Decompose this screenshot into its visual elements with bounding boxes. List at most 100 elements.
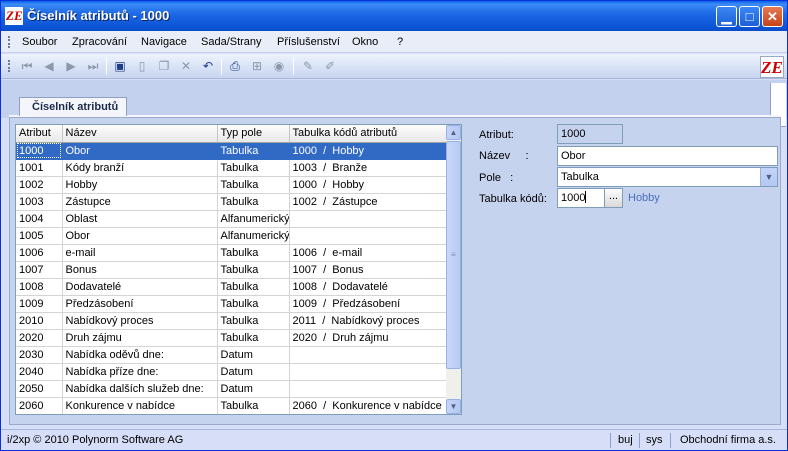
cell-nazev[interactable]: Nabídka příze dne: xyxy=(62,363,218,381)
cell-tabulka-kodu[interactable]: 1006 / e-mail xyxy=(289,244,448,262)
cell-tabulka-kodu[interactable]: 1009 / Předzásobení xyxy=(289,295,448,313)
table-row[interactable]: 1009 Předzásobení Tabulka 1009 / Předzásobe… xyxy=(16,295,448,313)
cell-atribut[interactable]: 2020 xyxy=(16,329,63,347)
cell-typ-pole[interactable]: Tabulka xyxy=(217,244,290,262)
table-row[interactable]: 1000 Obor Tabulka 1000 / Hobby xyxy=(16,142,448,160)
attributes-grid[interactable]: Atribut Název Typ pole Tabulka kódů atri… xyxy=(15,124,462,415)
cell-typ-pole[interactable]: Tabulka xyxy=(217,261,290,279)
table-row[interactable]: 2050 Nabídka dalších služeb dne: Datum xyxy=(16,380,448,398)
scroll-thumb[interactable]: ≡ xyxy=(446,141,461,369)
cell-typ-pole[interactable]: Datum xyxy=(217,363,290,381)
cell-typ-pole[interactable]: Tabulka xyxy=(217,295,290,313)
cell-atribut[interactable]: 1002 xyxy=(16,176,63,194)
menu-prislusenstvi[interactable]: Příslušenství xyxy=(277,36,340,48)
cell-nazev[interactable]: Zástupce xyxy=(62,193,218,211)
edit-icon[interactable]: ✎ xyxy=(300,58,316,74)
cell-tabulka-kodu[interactable]: 1003 / Branže xyxy=(289,159,448,177)
pole-dropdown-button[interactable]: ▼ xyxy=(760,168,777,186)
cell-typ-pole[interactable]: Datum xyxy=(217,346,290,364)
last-record-icon[interactable]: ⏭ xyxy=(85,58,101,74)
cell-nazev[interactable]: e-mail xyxy=(62,244,218,262)
cell-tabulka-kodu[interactable]: 1007 / Bonus xyxy=(289,261,448,279)
cell-tabulka-kodu[interactable]: 2060 / Konkurence v nabídce xyxy=(289,397,448,414)
cell-atribut[interactable]: 1000 xyxy=(16,142,63,160)
cell-typ-pole[interactable]: Tabulka xyxy=(217,312,290,330)
column-header-nazev[interactable]: Název xyxy=(62,125,218,143)
cell-tabulka-kodu[interactable] xyxy=(289,346,448,364)
cell-tabulka-kodu[interactable] xyxy=(289,227,448,245)
scroll-down-button[interactable]: ▼ xyxy=(446,399,461,414)
table-row[interactable]: 1007 Bonus Tabulka 1007 / Bonus xyxy=(16,261,448,279)
prev-record-icon[interactable]: ◀ xyxy=(41,58,57,74)
cell-nazev[interactable]: Bonus xyxy=(62,261,218,279)
cell-typ-pole[interactable]: Tabulka xyxy=(217,159,290,177)
cell-atribut[interactable]: 1001 xyxy=(16,159,63,177)
cell-tabulka-kodu[interactable] xyxy=(289,210,448,228)
cell-nazev[interactable]: Druh zájmu xyxy=(62,329,218,347)
cell-typ-pole[interactable]: Alfanumerický xyxy=(217,227,290,245)
print-icon[interactable]: ⎙ xyxy=(227,58,243,74)
menu-soubor[interactable]: Soubor xyxy=(22,36,57,48)
pole-select[interactable]: Tabulka ▼ xyxy=(557,167,778,187)
menu-navigace[interactable]: Navigace xyxy=(141,36,187,48)
menu-okno[interactable]: Okno xyxy=(352,36,378,48)
grid-scrollbar[interactable]: ▲ ≡ ▼ xyxy=(446,125,461,414)
tab-ciselnik-atributu[interactable]: Číselník atributů xyxy=(19,97,128,116)
menu-help[interactable]: ? xyxy=(397,36,403,48)
first-record-icon[interactable]: ⏮ xyxy=(19,58,35,74)
cell-tabulka-kodu[interactable]: 1008 / Dodavatelé xyxy=(289,278,448,296)
cell-atribut[interactable]: 2060 xyxy=(16,397,63,414)
cell-atribut[interactable]: 1006 xyxy=(16,244,63,262)
cell-tabulka-kodu[interactable]: 2020 / Druh zájmu xyxy=(289,329,448,347)
copy-icon[interactable]: ❐ xyxy=(156,58,172,74)
cell-tabulka-kodu[interactable]: 1002 / Zástupce xyxy=(289,193,448,211)
tabulka-kodu-input[interactable]: 1000 xyxy=(557,188,605,208)
help-icon[interactable]: ◉ xyxy=(271,58,287,74)
table-row[interactable]: 1002 Hobby Tabulka 1000 / Hobby xyxy=(16,176,448,194)
table-row[interactable]: 1006 e-mail Tabulka 1006 / e-mail xyxy=(16,244,448,262)
cell-nazev[interactable]: Nabídkový proces xyxy=(62,312,218,330)
new-icon[interactable]: ▯ xyxy=(134,58,150,74)
next-record-icon[interactable]: ▶ xyxy=(63,58,79,74)
cell-nazev[interactable]: Oblast xyxy=(62,210,218,228)
cell-atribut[interactable]: 1009 xyxy=(16,295,63,313)
tabulka-kodu-browse-button[interactable]: ... xyxy=(604,188,623,208)
nazev-input[interactable]: Obor xyxy=(557,146,778,166)
cell-typ-pole[interactable]: Tabulka xyxy=(217,176,290,194)
table-row[interactable]: 2010 Nabídkový proces Tabulka 2011 / Nabídk… xyxy=(16,312,448,330)
cell-atribut[interactable]: 1007 xyxy=(16,261,63,279)
cell-atribut[interactable]: 2050 xyxy=(16,380,63,398)
cell-tabulka-kodu[interactable]: 1000 / Hobby xyxy=(289,142,448,160)
cell-nazev[interactable]: Nabídka dalších služeb dne: xyxy=(62,380,218,398)
scroll-up-button[interactable]: ▲ xyxy=(446,125,461,140)
table-row[interactable]: 1008 Dodavatelé Tabulka 1008 / Dodavatelé xyxy=(16,278,448,296)
table-row[interactable]: 2030 Nabídka oděvů dne: Datum xyxy=(16,346,448,364)
cell-tabulka-kodu[interactable] xyxy=(289,363,448,381)
cell-nazev[interactable]: Kódy branží xyxy=(62,159,218,177)
table-row[interactable]: 2020 Druh zájmu Tabulka 2020 / Druh zájmu xyxy=(16,329,448,347)
column-header-atribut[interactable]: Atribut xyxy=(16,125,63,143)
cell-tabulka-kodu[interactable] xyxy=(289,380,448,398)
table-row[interactable]: 2040 Nabídka příze dne: Datum xyxy=(16,363,448,381)
cell-typ-pole[interactable]: Tabulka xyxy=(217,278,290,296)
cell-nazev[interactable]: Dodavatelé xyxy=(62,278,218,296)
cell-typ-pole[interactable]: Tabulka xyxy=(217,193,290,211)
table-row[interactable]: 1005 Obor Alfanumerický xyxy=(16,227,448,245)
cell-nazev[interactable]: Obor xyxy=(62,227,218,245)
cell-nazev[interactable]: Předzásobení xyxy=(62,295,218,313)
cell-typ-pole[interactable]: Tabulka xyxy=(217,142,290,160)
table-row[interactable]: 1004 Oblast Alfanumerický xyxy=(16,210,448,228)
cell-typ-pole[interactable]: Tabulka xyxy=(217,329,290,347)
menu-sada-strany[interactable]: Sada/Strany xyxy=(201,36,262,48)
column-header-tabulka-kodu[interactable]: Tabulka kódů atributů xyxy=(289,125,448,143)
undo-icon[interactable]: ↶ xyxy=(200,58,216,74)
cell-atribut[interactable]: 2010 xyxy=(16,312,63,330)
cell-atribut[interactable]: 1004 xyxy=(16,210,63,228)
maximize-button[interactable]: □ xyxy=(739,6,760,27)
cell-atribut[interactable]: 1003 xyxy=(16,193,63,211)
cell-typ-pole[interactable]: Datum xyxy=(217,380,290,398)
close-button[interactable]: ✕ xyxy=(762,6,783,27)
cell-nazev[interactable]: Konkurence v nabídce xyxy=(62,397,218,414)
cell-nazev[interactable]: Hobby xyxy=(62,176,218,194)
delete-icon[interactable]: ✕ xyxy=(178,58,194,74)
